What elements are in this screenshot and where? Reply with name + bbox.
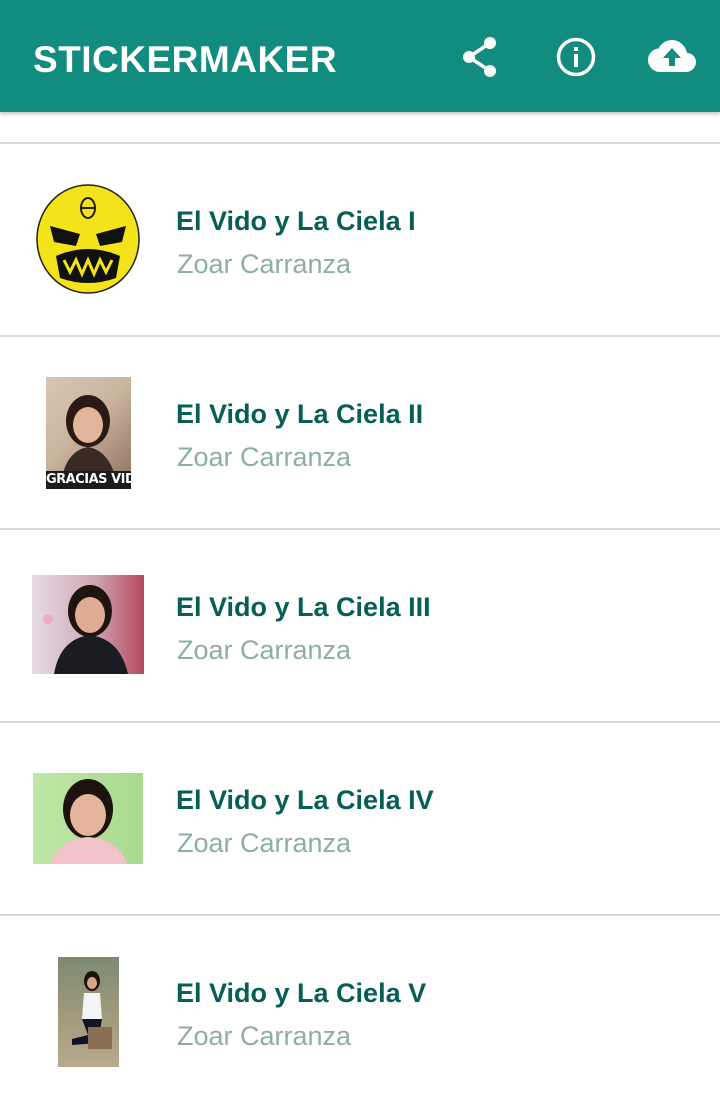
pack-author: Zoar Carranza	[177, 635, 352, 665]
person-silhouette-icon	[43, 585, 128, 674]
person-silhouette-icon	[72, 971, 112, 1049]
cloud-upload-icon	[648, 40, 696, 72]
thumbnail-caption: GRACIAS VIDO!	[46, 471, 131, 489]
pack-author: Zoar Carranza	[177, 442, 352, 472]
app-title: STICKERMAKER	[33, 39, 338, 80]
sticker-pack-item[interactable]: El Vido y La Ciela V Zoar Carranza	[0, 916, 720, 1106]
portrait-photo: GRACIAS VIDO!	[46, 377, 131, 489]
pack-name: El Vido y La Ciela I	[176, 206, 416, 236]
pack-name: El Vido y La Ciela IV	[176, 785, 434, 815]
info-button[interactable]	[551, 32, 601, 82]
pack-thumbnail-portrait: GRACIAS VIDO!	[46, 377, 131, 489]
portrait-photo	[33, 773, 143, 864]
upload-button[interactable]	[647, 32, 697, 82]
pack-thumbnail-portrait	[32, 575, 144, 674]
pack-author: Zoar Carranza	[177, 828, 352, 858]
pack-name: El Vido y La Ciela III	[176, 592, 431, 622]
app-bar: STICKERMAKER	[0, 0, 720, 112]
share-icon	[463, 37, 496, 77]
share-button[interactable]	[455, 32, 505, 82]
pack-name: El Vido y La Ciela II	[176, 399, 424, 429]
portrait-photo	[32, 575, 144, 674]
person-silhouette-icon	[51, 779, 127, 864]
yellow-face-sticker-icon	[36, 184, 140, 294]
pack-name: El Vido y La Ciela V	[176, 978, 427, 1008]
pack-author: Zoar Carranza	[177, 1021, 352, 1051]
pack-thumbnail-full-body	[58, 957, 119, 1067]
sticker-pack-item[interactable]: GRACIAS VIDO! El Vido y La Ciela II Zoar…	[0, 337, 720, 527]
pack-thumbnail-yellow-face	[36, 184, 140, 294]
sticker-pack-item[interactable]: El Vido y La Ciela III Zoar Carranza	[0, 530, 720, 720]
sticker-pack-item[interactable]: El Vido y La Ciela I Zoar Carranza	[0, 144, 720, 334]
info-icon	[556, 37, 596, 77]
pack-thumbnail-portrait	[33, 773, 143, 864]
sticker-pack-item[interactable]: El Vido y La Ciela IV Zoar Carranza	[0, 723, 720, 913]
pack-author: Zoar Carranza	[177, 249, 352, 279]
full-body-photo	[58, 957, 119, 1067]
